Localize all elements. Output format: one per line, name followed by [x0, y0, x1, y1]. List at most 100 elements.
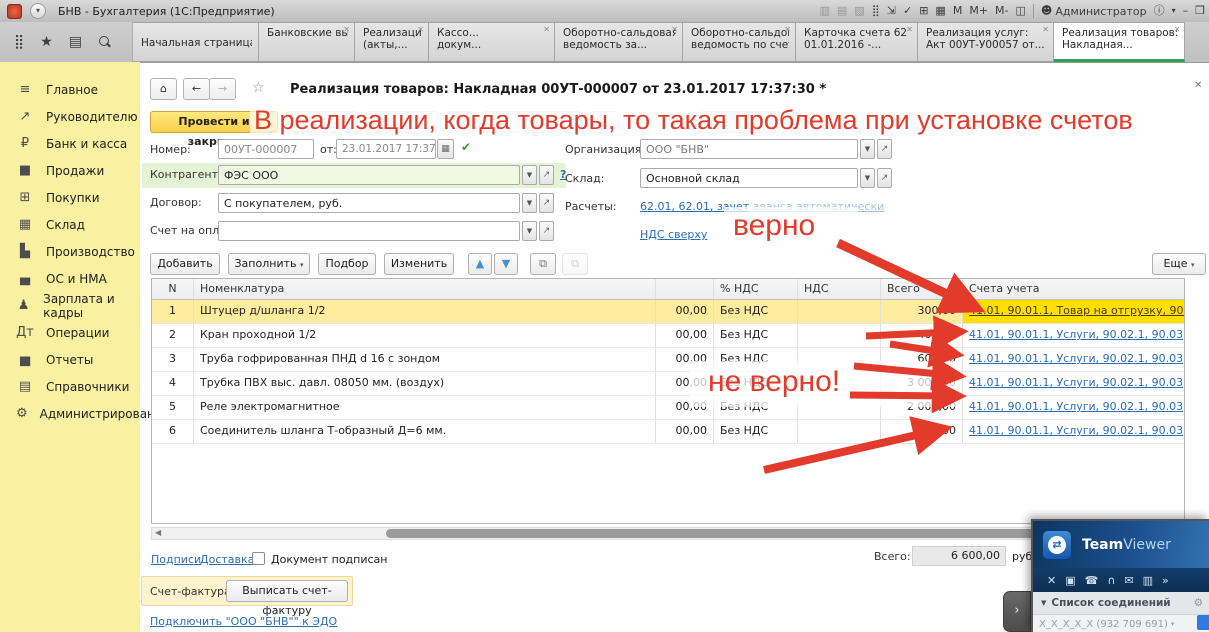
files-icon[interactable]: ▥ [1143, 574, 1153, 587]
cell-sum[interactable]: 00,00 [656, 420, 714, 443]
col-header-n[interactable]: N [152, 279, 194, 299]
accounts-link[interactable]: 41.01, 90.01.1, Услуги, 90.02.1, 90.03 [969, 400, 1183, 413]
scroll-left-icon[interactable]: ◀ [155, 528, 161, 537]
counterparty-dropdown[interactable]: ▼ [522, 165, 537, 185]
org-field[interactable]: ООО "БНВ" [640, 139, 858, 159]
cell-total[interactable]: 400,00 [881, 324, 963, 347]
tab-close-icon[interactable]: ✕ [784, 25, 791, 34]
sidebar-item[interactable]: ▄ ОС и НМА [0, 265, 140, 292]
write-invoice-button[interactable]: Выписать счет-фактуру [226, 580, 348, 602]
table-row[interactable]: 4 Трубка ПВХ выс. давл. 08050 мм. (возду… [152, 372, 1184, 396]
table-row[interactable]: 3 Труба гофрированная ПНД d 16 с зондом … [152, 348, 1184, 372]
more-icon[interactable]: » [1162, 574, 1169, 587]
tab[interactable]: Банковские выписки ✕ [259, 22, 355, 62]
cell-total[interactable]: 300,00 [881, 420, 963, 443]
cell-vat[interactable] [798, 324, 881, 347]
accounts-link[interactable]: 41.01, 90.01.1, Услуги, 90.02.1, 90.03 [969, 328, 1183, 341]
system-menu-icon[interactable]: ▾ [30, 3, 46, 19]
phone-icon[interactable]: ☎ [1085, 574, 1099, 587]
history-icon[interactable]: ▤ [69, 34, 82, 50]
cell-vat-rate[interactable]: Без НДС [714, 420, 798, 443]
sidebar-item[interactable]: ▅ Отчеты [0, 346, 140, 373]
favorite-star-icon[interactable]: ☆ [252, 80, 265, 96]
counterparty-field[interactable]: ФЭС ООО [218, 165, 520, 185]
contract-field[interactable]: С покупателем, руб. [218, 193, 520, 213]
col-header-total[interactable]: Всего [881, 279, 963, 299]
horizontal-scrollbar[interactable]: ◀ [151, 527, 1185, 540]
minimize-button[interactable]: – [1183, 1, 1189, 21]
service-menu-icon[interactable]: ⣿ [872, 1, 880, 21]
warehouse-open-button[interactable]: ↗ [877, 168, 892, 188]
table-row[interactable]: 5 Реле электромагнитное 00,00 Без НДС 2 … [152, 396, 1184, 420]
forward-button[interactable]: → [209, 78, 236, 100]
back-button[interactable]: ← [183, 78, 210, 100]
search-icon[interactable] [98, 36, 110, 48]
col-header-nomenclature[interactable]: Номенклатура [194, 279, 656, 299]
table-row[interactable]: 6 Соединитель шланга Т-образный Д=6 мм. … [152, 420, 1184, 444]
move-down-button[interactable]: ▼ [494, 253, 518, 275]
fill-button[interactable]: Заполнить ▾ [228, 253, 310, 275]
document-signed-checkbox[interactable] [252, 552, 265, 565]
warehouse-field[interactable]: Основной склад [640, 168, 858, 188]
vat-mode-link[interactable]: НДС сверху [640, 228, 707, 241]
signatures-link[interactable]: Подписи [151, 553, 201, 566]
col-header-vat-rate[interactable]: % НДС [714, 279, 798, 299]
teamviewer-connection-row[interactable]: X_X_X_X_X (932 709 691) ▾ [1033, 615, 1209, 632]
cell-nomenclature[interactable]: Трубка ПВХ выс. давл. 08050 мм. (воздух) [194, 372, 656, 395]
close-icon[interactable]: ✕ [1047, 574, 1056, 587]
cell-vat-rate[interactable]: Без НДС [714, 300, 798, 323]
cell-vat[interactable] [798, 420, 881, 443]
tab[interactable]: Оборотно-сальдовая ведомость по счету...… [683, 22, 796, 62]
sidebar-item[interactable]: ⚙ Администрирование [0, 400, 140, 427]
gear-icon[interactable]: ⚙ [1194, 597, 1203, 609]
apps-menu-icon[interactable]: ⣿ [14, 34, 24, 50]
memory-minus-icon[interactable]: M- [995, 1, 1008, 21]
fullscreen-icon[interactable]: ⇲ [887, 1, 896, 21]
cell-total[interactable]: 300,00 [881, 300, 963, 323]
warehouse-dropdown[interactable]: ▼ [860, 168, 875, 188]
org-open-button[interactable]: ↗ [877, 139, 892, 159]
teamviewer-connections-section[interactable]: ▼ Список соединений ⚙ [1033, 592, 1209, 615]
memory-plus-icon[interactable]: M+ [969, 1, 988, 21]
cell-vat-rate[interactable]: Без НДС [714, 324, 798, 347]
tab[interactable]: Карточка счета 62 за 01.01.2016 -... ✕ [796, 22, 918, 62]
table-row[interactable]: 2 Кран проходной 1/2 00,00 Без НДС 400,0… [152, 324, 1184, 348]
cell-sum[interactable]: 00,00 [656, 324, 714, 347]
tab-close-icon[interactable]: ✕ [417, 25, 424, 34]
payment-invoice-open-button[interactable]: ↗ [539, 221, 554, 241]
sidebar-item[interactable]: ↗ Руководителю [0, 103, 140, 130]
memory-icon[interactable]: M [953, 1, 963, 21]
cell-nomenclature[interactable]: Соединитель шланга Т-образный Д=6 мм. [194, 420, 656, 443]
home-button[interactable]: ⌂ [150, 78, 177, 100]
maximize-button[interactable]: ❒ [1195, 1, 1205, 21]
tab[interactable]: Реализация (акты,... ✕ [355, 22, 429, 62]
split-window-icon[interactable]: ◫ [1016, 1, 1026, 21]
col-header-accounts[interactable]: Счета учета [963, 279, 1184, 299]
sidebar-item[interactable]: ≡ Главное [0, 76, 140, 103]
cell-sum[interactable]: 00,00 [656, 300, 714, 323]
sidebar-item[interactable]: ▦ Склад [0, 211, 140, 238]
info-icon[interactable]: ⓘ [1154, 1, 1165, 21]
accounts-link[interactable]: 41.01, 90.01.1, Товар на отгрузку, 90.02… [969, 304, 1184, 317]
tab[interactable]: Кассо... докум... ✕ [429, 22, 555, 62]
cell-nomenclature[interactable]: Кран проходной 1/2 [194, 324, 656, 347]
calculator-icon[interactable]: ⊞ [919, 1, 928, 21]
print-icon[interactable]: ▤ [837, 1, 847, 21]
document-close-icon[interactable]: ✕ [1194, 80, 1202, 91]
tab[interactable]: Оборотно-сальдовая ведомость за... ✕ [555, 22, 683, 62]
payment-invoice-dropdown[interactable]: ▼ [522, 221, 537, 241]
tab[interactable]: Начальная страница [133, 22, 259, 62]
accounts-link[interactable]: 41.01, 90.01.1, Услуги, 90.02.1, 90.03 [969, 424, 1183, 437]
favorites-star-icon[interactable]: ★ [40, 34, 53, 50]
payment-invoice-field[interactable] [218, 221, 520, 241]
tab-close-icon[interactable]: ✕ [343, 25, 350, 34]
number-field[interactable]: 00УТ-000007 [218, 139, 314, 159]
tab-close-icon[interactable]: ✕ [671, 25, 678, 34]
save-icon[interactable]: ▥ [819, 1, 829, 21]
spellcheck-icon[interactable]: ✓ [903, 1, 912, 21]
tab-close-icon[interactable]: ✕ [1174, 25, 1181, 34]
sidebar-item[interactable]: ⊞ Покупки [0, 184, 140, 211]
sidebar-item[interactable]: ▙ Производство [0, 238, 140, 265]
sidebar-item[interactable]: Дт Операции [0, 319, 140, 346]
tab-close-icon[interactable]: ✕ [543, 25, 550, 34]
